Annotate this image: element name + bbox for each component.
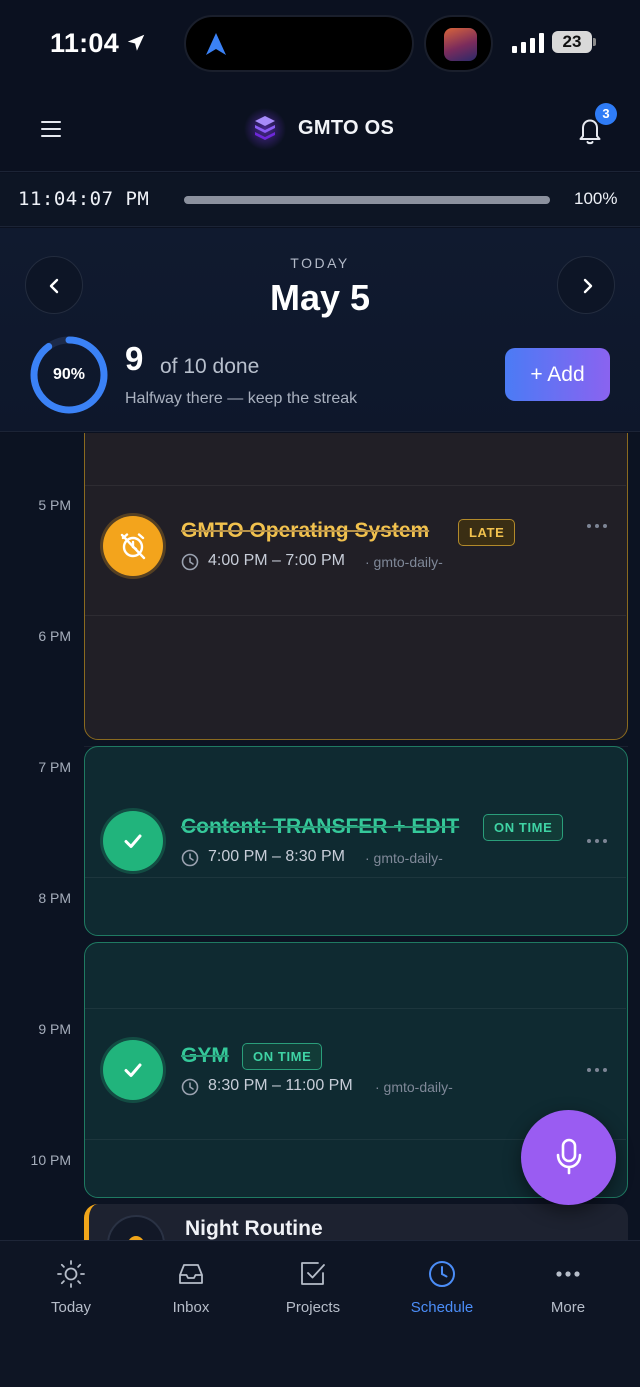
schedule-timeline[interactable]: 5 PM 6 PM 7 PM 8 PM 9 PM 10 PM GMTO Oper… [0, 433, 640, 1240]
task-status-toggle[interactable] [103, 516, 163, 576]
tab-label: Schedule [410, 1299, 474, 1316]
live-clock: 11:04:07 PM [18, 188, 150, 210]
checkbox-icon [301, 1262, 325, 1285]
task-title: GMTO Operating System [181, 519, 430, 542]
day-progress-fill [184, 196, 550, 204]
logo-icon [244, 108, 286, 150]
clock-icon [429, 1261, 455, 1287]
status-time: 11:04 [50, 28, 120, 58]
task-more-button[interactable] [583, 833, 613, 849]
more-dots-icon [556, 1271, 580, 1277]
app-header: GMTO OS 3 [0, 90, 640, 172]
navigation-icon [206, 33, 226, 55]
card-divider [85, 485, 626, 486]
tab-label: More [550, 1299, 586, 1316]
task-time: 4:00 PM – 7:00 PM [208, 552, 345, 569]
hour-label: 7 PM [38, 759, 71, 775]
notification-badge: 3 [595, 103, 617, 125]
voice-input-button[interactable] [521, 1110, 616, 1205]
task-title: Night Routine [185, 1217, 323, 1240]
task-card[interactable]: Night Routine [84, 1204, 628, 1240]
hour-label: 10 PM [30, 1152, 71, 1168]
menu-button[interactable] [38, 117, 64, 141]
next-day-button[interactable] [557, 256, 615, 314]
status-bar: 11:04 23 [0, 0, 640, 90]
more-dots-icon [587, 839, 591, 843]
done-of-total: of 10 done [160, 355, 260, 378]
tab-label: Projects [285, 1299, 341, 1316]
card-divider [85, 877, 626, 878]
chevron-right-icon [583, 278, 593, 294]
task-status-toggle[interactable] [103, 1040, 163, 1100]
day-progress-bar [184, 196, 550, 204]
day-progress-percent: 100% [574, 189, 618, 208]
microphone-icon [556, 1138, 582, 1175]
menu-icon [41, 121, 61, 123]
alarm-off-icon [120, 533, 146, 560]
inbox-icon [179, 1264, 203, 1284]
task-card[interactable]: GMTO Operating System LATE 4:00 PM – 7:0… [84, 433, 628, 740]
tab-label: Today [50, 1299, 92, 1316]
clock-icon [181, 849, 199, 867]
task-more-button[interactable] [583, 1062, 613, 1078]
task-time: 8:30 PM – 11:00 PM [208, 1077, 353, 1094]
task-title: Content: TRANSFER + EDIT [181, 815, 460, 838]
tab-more[interactable]: More [513, 1259, 623, 1329]
sun-icon [57, 1260, 85, 1288]
clock-icon [181, 1078, 199, 1096]
motivation-text: Halfway there — keep the streak [125, 390, 358, 407]
more-dots-icon [587, 524, 591, 528]
hour-label: 9 PM [38, 1021, 71, 1037]
battery-icon: 23 [552, 31, 592, 53]
done-count: 9 [125, 340, 144, 377]
bottom-navigation: Today Inbox Projects Schedule More [0, 1240, 640, 1387]
signal-icon [512, 33, 544, 53]
hour-label: 8 PM [38, 890, 71, 906]
task-time-row: 8:30 PM – 11:00 PM · gmto-daily- [181, 1077, 501, 1097]
task-status-toggle[interactable] [107, 1215, 165, 1240]
date-kicker: TODAY [290, 255, 350, 271]
tab-schedule[interactable]: Schedule [387, 1259, 497, 1329]
now-playing-bubble[interactable] [424, 15, 493, 72]
date-section: TODAY May 5 90% 9 of 10 done Halfway the… [0, 228, 640, 432]
check-icon [124, 1063, 142, 1077]
card-divider [85, 615, 626, 616]
dynamic-island [184, 15, 414, 72]
more-dots-icon [587, 1068, 591, 1072]
task-more-button[interactable] [583, 518, 613, 534]
task-time-row: 7:00 PM – 8:30 PM · gmto-daily- [181, 848, 481, 868]
task-time: 7:00 PM – 8:30 PM [208, 848, 345, 865]
tab-label: Inbox [172, 1299, 210, 1316]
battery-tip [593, 38, 596, 46]
add-task-button[interactable]: + Add [505, 348, 610, 401]
card-divider [85, 1008, 626, 1009]
artwork-thumbnail [444, 28, 477, 61]
task-status-toggle[interactable] [103, 811, 163, 871]
tab-today[interactable]: Today [16, 1259, 126, 1329]
tab-projects[interactable]: Projects [258, 1259, 368, 1329]
task-title: GYM [181, 1044, 229, 1067]
clock-icon [181, 553, 199, 571]
status-badge: LATE [458, 519, 516, 546]
date-title: May 5 [269, 277, 371, 318]
task-source: · gmto-daily- [365, 850, 443, 866]
task-source: · gmto-daily- [375, 1079, 453, 1095]
task-time-row: 4:00 PM – 7:00 PM · gmto-daily- [181, 552, 481, 572]
location-arrow-icon [127, 34, 145, 51]
status-badge: ON TIME [483, 814, 564, 841]
task-card[interactable]: Content: TRANSFER + EDIT ON TIME 7:00 PM… [84, 746, 628, 936]
clock-bar: 11:04:07 PM 100% [0, 173, 640, 227]
tab-inbox[interactable]: Inbox [136, 1259, 246, 1329]
status-badge: ON TIME [242, 1043, 323, 1070]
hour-label: 6 PM [38, 628, 71, 644]
hour-label: 5 PM [38, 497, 71, 513]
app-title: GMTO OS [298, 117, 395, 139]
task-source: · gmto-daily- [365, 554, 443, 570]
check-icon [124, 834, 142, 848]
completion-percent: 90% [52, 366, 86, 383]
